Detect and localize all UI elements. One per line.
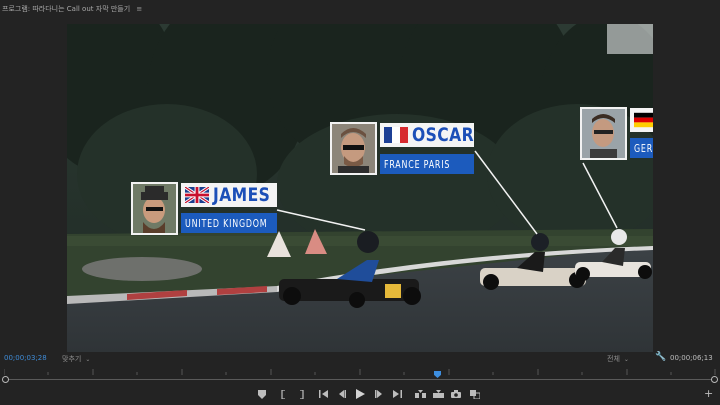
name-label-box: OSCAR [380,123,474,147]
step-forward-icon[interactable] [373,388,385,400]
subtitle-label-box: FRANCE PARIS [380,154,474,174]
panel-title-bar: 프로그램: 따라다니는 Call out 자막 만들기 ≡ [0,0,720,18]
duration-timecode: 00;00;06;13 [670,354,713,362]
export-frame-camera-icon[interactable] [450,388,462,400]
chevron-down-icon: ⌄ [623,356,629,363]
uk-flag-icon [185,187,209,203]
callout-subtitle: FRANCE PARIS [384,157,451,171]
subtitle-label-box: GER [630,138,653,158]
portrait-oscar [330,122,377,175]
callout-name: OSCAR [412,124,475,146]
program-monitor-viewer[interactable]: JAMES UNITED KINGDOM OSCAR FRANCE PARIS … [67,24,653,352]
go-to-in-icon[interactable] [318,388,330,400]
name-label-box [630,108,653,132]
time-ruler[interactable] [4,369,716,375]
name-label-box: JAMES [181,183,277,207]
settings-wrench-icon[interactable]: 🔧 [655,352,666,362]
zoom-select[interactable]: 맞추기 ⌄ [62,354,90,364]
france-flag-icon [384,127,408,143]
comparison-view-icon[interactable] [469,388,481,400]
scroll-handle-right[interactable] [711,376,718,383]
scroll-handle-left[interactable] [2,376,9,383]
add-marker-button[interactable] [256,388,268,400]
panel-menu-icon[interactable]: ≡ [136,5,142,13]
go-to-out-icon[interactable] [391,388,403,400]
callout-subtitle: GER [634,141,653,155]
quality-select-value: 전체 [607,355,620,363]
subtitle-label-box: UNITED KINGDOM [181,213,277,233]
chevron-down-icon: ⌄ [85,356,91,363]
overwrite-icon[interactable] [432,388,444,400]
callout-subtitle: UNITED KINGDOM [185,216,268,230]
current-timecode[interactable]: 00;00;03;28 [4,354,47,362]
zoom-select-value: 맞추기 [62,355,82,363]
panel-title: 프로그램: 따라다니는 Call out 자막 만들기 [2,5,131,13]
step-back-icon[interactable] [336,388,348,400]
scroll-track [6,379,714,380]
button-editor-add-icon[interactable]: + [704,388,713,400]
germany-flag-icon [634,112,653,128]
mark-in-button[interactable] [278,388,290,400]
transport-controls: + [0,388,720,402]
portrait-james [131,182,178,235]
zoom-scroll-bar[interactable] [2,376,718,384]
insert-icon[interactable] [414,388,426,400]
callout-name: JAMES [213,184,271,206]
portrait-germany [580,107,627,160]
mark-out-button[interactable] [295,388,307,400]
quality-select[interactable]: 전체 ⌄ [607,354,629,364]
play-icon[interactable] [354,388,366,400]
monitor-bottom-bar: 00;00;03;28 맞추기 ⌄ 전체 ⌄ 🔧 00;00;06;13 + [0,352,720,405]
